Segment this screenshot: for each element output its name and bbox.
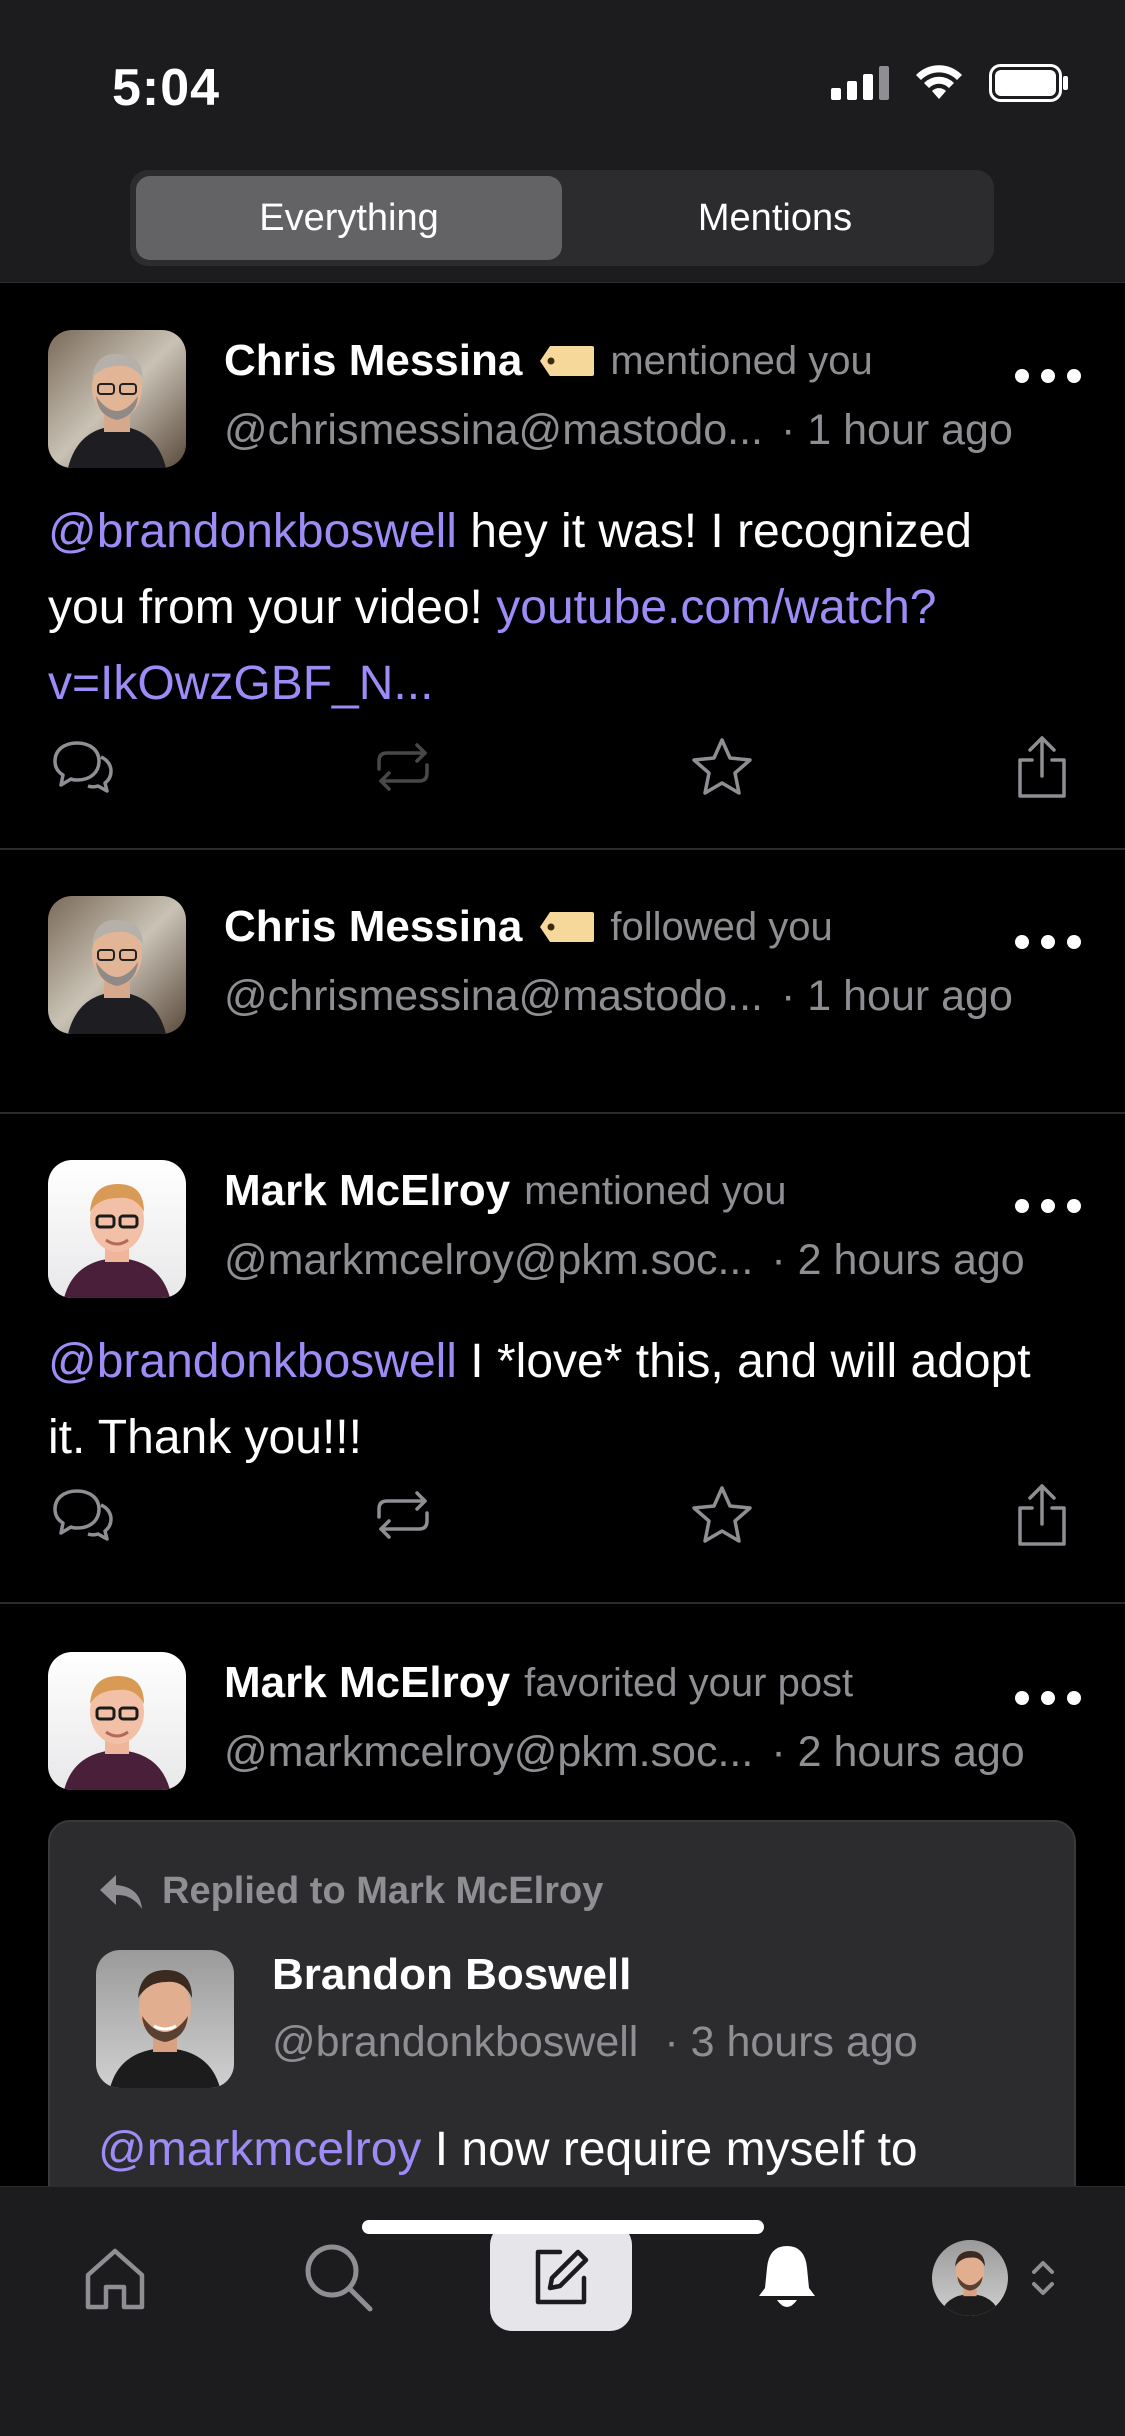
compose-button[interactable]	[490, 2223, 632, 2331]
favorite-star-icon[interactable]	[687, 1480, 757, 1550]
post-body: @markmcelroy I now require myself to	[98, 2122, 918, 2177]
notification-card[interactable]: Chris Messina followed you @chrismessina…	[0, 850, 1125, 1114]
display-name[interactable]: Mark McElroy	[224, 1166, 510, 1216]
mention-link[interactable]: @brandonkboswell	[48, 505, 457, 558]
avatar[interactable]	[48, 1652, 186, 1790]
boost-icon[interactable]	[368, 1480, 438, 1550]
share-icon[interactable]	[1007, 1480, 1077, 1550]
profile-avatar[interactable]	[932, 2240, 1008, 2316]
notification-card[interactable]: Chris Messina mentioned you @chrismessin…	[0, 284, 1125, 850]
avatar[interactable]	[48, 1160, 186, 1298]
home-icon[interactable]	[60, 2223, 170, 2333]
post-body: @brandonkboswell hey it was! I recognize…	[48, 494, 1055, 722]
handle: @markmcelroy@pkm.soc...	[224, 1728, 754, 1776]
avatar[interactable]	[96, 1950, 234, 2088]
display-name[interactable]: Brandon Boswell	[272, 1950, 631, 2000]
notification-action: followed you	[610, 904, 833, 949]
tag-icon	[540, 912, 595, 942]
more-options-icon[interactable]	[1015, 366, 1081, 386]
home-indicator	[362, 2220, 764, 2234]
quoted-post[interactable]: Replied to Mark McElroy Brandon Boswell …	[48, 1820, 1076, 2220]
reply-arrow-icon	[100, 1874, 142, 1909]
chevron-updown-icon	[1032, 2261, 1054, 2295]
tag-icon	[540, 346, 595, 376]
notification-action: favorited your post	[524, 1660, 854, 1705]
compose-icon	[535, 2249, 589, 2305]
handle: @brandonkboswell	[272, 2018, 639, 2066]
avatar[interactable]	[48, 330, 186, 468]
timestamp: · 1 hour ago	[780, 406, 1013, 454]
post-text: I now require myself to	[421, 2123, 918, 2176]
timestamp: · 2 hours ago	[771, 1236, 1025, 1284]
avatar[interactable]	[48, 896, 186, 1034]
tab-mentions[interactable]: Mentions	[562, 176, 988, 260]
post-body: @brandonkboswell I *love* this, and will…	[48, 1324, 1055, 1476]
notification-action: mentioned you	[524, 1168, 787, 1213]
notification-card[interactable]: Mark McElroy mentioned you @markmcelroy@…	[0, 1114, 1125, 1604]
search-icon[interactable]	[284, 2223, 394, 2333]
post-actions	[48, 732, 1077, 802]
handle: @chrismessina@mastodo...	[224, 406, 763, 454]
share-icon[interactable]	[1007, 732, 1077, 802]
reply-icon[interactable]	[48, 732, 118, 802]
display-name[interactable]: Mark McElroy	[224, 1658, 510, 1708]
post-actions	[48, 1480, 1077, 1550]
more-options-icon[interactable]	[1015, 1688, 1081, 1708]
display-name[interactable]: Chris Messina	[224, 902, 522, 952]
display-name[interactable]: Chris Messina	[224, 336, 522, 386]
more-options-icon[interactable]	[1015, 1196, 1081, 1216]
mention-link[interactable]: @markmcelroy	[98, 2123, 421, 2176]
status-time: 5:04	[112, 59, 221, 117]
favorite-star-icon[interactable]	[687, 732, 757, 802]
battery-icon	[989, 64, 1068, 102]
status-bar: 5:04	[0, 0, 1125, 150]
handle: @chrismessina@mastodo...	[224, 972, 763, 1020]
timestamp: · 2 hours ago	[771, 1728, 1025, 1776]
reply-icon[interactable]	[48, 1480, 118, 1550]
bell-icon[interactable]	[732, 2223, 842, 2333]
reply-label: Replied to Mark McElroy	[162, 1870, 604, 1912]
timestamp: · 1 hour ago	[780, 972, 1013, 1020]
notification-filter: Everything Mentions	[130, 170, 994, 266]
tab-everything[interactable]: Everything	[136, 176, 562, 260]
handle: @markmcelroy@pkm.soc...	[224, 1236, 754, 1284]
timestamp: · 3 hours ago	[664, 2018, 918, 2066]
reply-context: Replied to Mark McElroy	[98, 1870, 603, 1913]
filter-header: Everything Mentions	[0, 150, 1125, 283]
cellular-signal-icon	[831, 66, 889, 100]
handle-line: @brandonkboswell · 3 hours ago	[272, 2018, 918, 2067]
more-options-icon[interactable]	[1015, 932, 1081, 952]
profile-switcher[interactable]	[920, 2223, 1070, 2333]
notification-action: mentioned you	[610, 338, 873, 383]
mention-link[interactable]: @brandonkboswell	[48, 1335, 457, 1388]
boost-icon[interactable]	[368, 732, 438, 802]
wifi-icon	[916, 65, 962, 99]
